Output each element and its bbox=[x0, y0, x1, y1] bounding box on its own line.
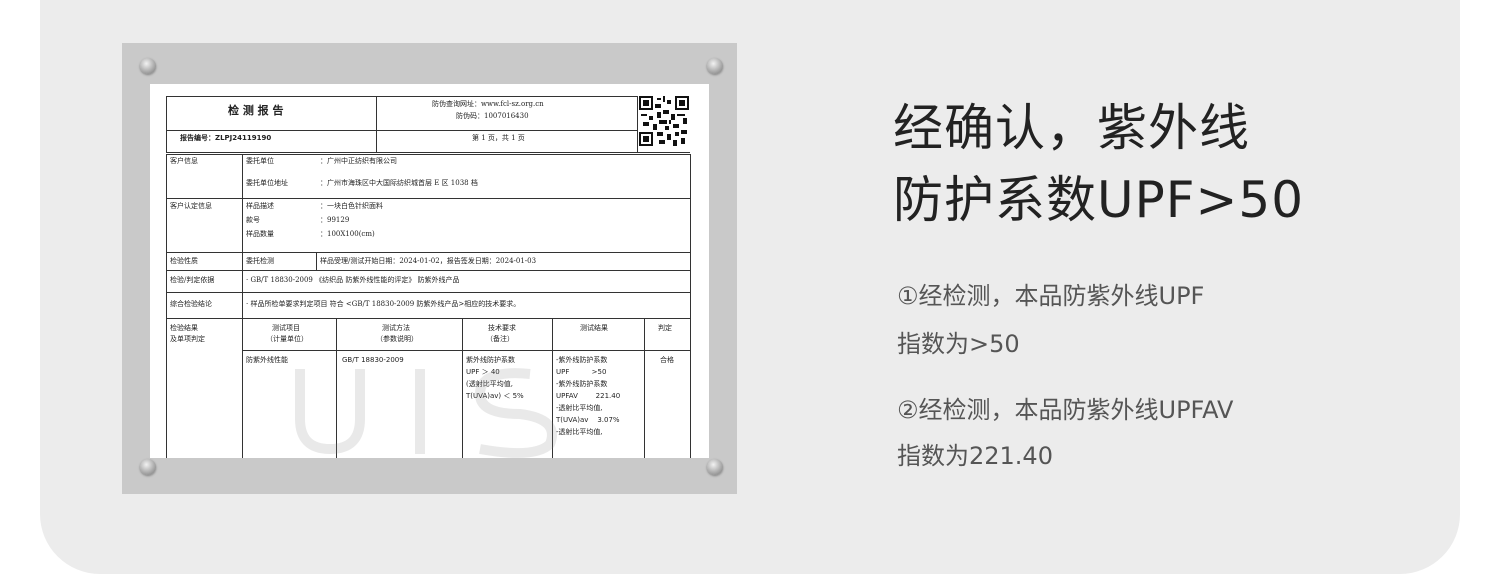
sample-label: 客户认定信息 bbox=[170, 202, 212, 210]
column-header-sub: （计量单位） bbox=[266, 335, 308, 343]
screw-icon bbox=[707, 58, 723, 74]
sample-row-key: 样品描述 bbox=[246, 202, 274, 210]
nature-value: 委托检测 bbox=[246, 257, 274, 265]
result-label: 及单项判定 bbox=[170, 335, 205, 343]
column-header: 技术要求 bbox=[488, 324, 516, 332]
client-row-value: ：广州市海珠区中大国际纺织城首层 E 区 1038 档 bbox=[320, 179, 478, 187]
sample-row-value: ：一块白色针织面料 bbox=[320, 202, 383, 210]
note-1-line-2: 指数为>50 bbox=[897, 330, 1020, 358]
verify-url: 防伪查询网址：www.fcl-sz.org.cn bbox=[432, 100, 544, 108]
report-title: 检 测 报 告 bbox=[228, 104, 284, 117]
screw-icon bbox=[140, 459, 156, 475]
sample-row-key: 款号 bbox=[246, 216, 260, 224]
client-label: 客户信息 bbox=[170, 157, 198, 165]
column-header: 测试项目 bbox=[272, 324, 300, 332]
page-number: 第 1 页，共 1 页 bbox=[472, 134, 525, 142]
conclusion-value: · 样品所检单要求判定项目 符合 <GB/T 18830-2009 防紫外线产品… bbox=[246, 300, 521, 308]
note-2-line-2: 指数为221.40 bbox=[897, 442, 1053, 470]
sample-row-value: ：100X100(cm) bbox=[320, 230, 375, 238]
screw-icon bbox=[140, 58, 156, 74]
conclusion-label: 综合检验结论 bbox=[170, 300, 212, 308]
result-label: 检验结果 bbox=[170, 324, 198, 332]
column-header-sub: （参数说明） bbox=[376, 335, 418, 343]
sample-row-key: 样品数量 bbox=[246, 230, 274, 238]
sample-row-value: ：99129 bbox=[320, 216, 350, 224]
note-2-line-1: ②经检测，本品防紫外线UPFAV bbox=[897, 396, 1234, 424]
verify-code: 防伪码：1007016430 bbox=[456, 112, 529, 120]
column-header: 判定 bbox=[658, 324, 672, 332]
verdict: 合格 bbox=[660, 356, 674, 364]
column-header: 测试结果 bbox=[580, 324, 608, 332]
screw-icon bbox=[707, 459, 723, 475]
client-row-key: 委托单位 bbox=[246, 157, 274, 165]
watermark-logo-icon bbox=[295, 368, 557, 458]
note-1-line-1: ①经检测，本品防紫外线UPF bbox=[897, 282, 1205, 310]
column-header: 测试方法 bbox=[382, 324, 410, 332]
test-report-document: 检 测 报 告 报告编号：ZLPJ24119190 防伪查询网址：www.fcl… bbox=[150, 84, 709, 458]
dates-value: 样品受理/测试开始日期：2024-01-02，报告签发日期：2024-01-03 bbox=[320, 257, 537, 265]
basis-value: · GB/T 18830-2009 《纺织品 防紫外线性能的评定》 防紫外线产品 bbox=[246, 276, 460, 284]
basis-label: 检验/判定依据 bbox=[170, 276, 215, 284]
qr-code-icon bbox=[639, 96, 689, 146]
nature-label: 检验性质 bbox=[170, 257, 198, 265]
client-row-value: ：广州中正纺织有限公司 bbox=[320, 157, 397, 165]
client-row-key: 委托单位地址 bbox=[246, 179, 288, 187]
headline-line-2: 防护系数UPF>50 bbox=[893, 171, 1305, 229]
column-header-sub: （备注） bbox=[486, 335, 514, 343]
headline-line-1: 经确认，紫外线 bbox=[893, 99, 1250, 157]
report-number: 报告编号：ZLPJ24119190 bbox=[180, 134, 272, 142]
